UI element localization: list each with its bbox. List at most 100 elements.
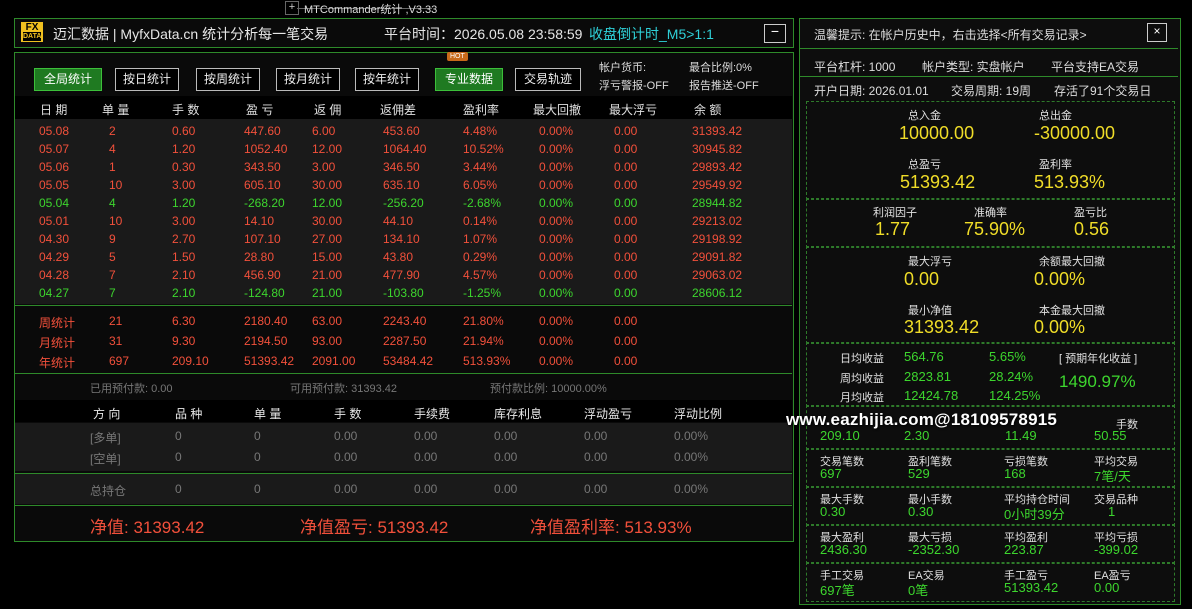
table-cell: -268.20 xyxy=(244,196,285,210)
col-profit-rate: 盈利率 xyxy=(463,103,500,117)
accuracy-label: 准确率 xyxy=(974,207,1007,219)
divider xyxy=(15,305,792,306)
summary-cell: 93.00 xyxy=(312,334,343,348)
summary-cell: 0.00 xyxy=(614,354,638,368)
stat-value: 0.00 xyxy=(1094,580,1120,595)
col-rebate: 返 佣 xyxy=(314,103,342,117)
tab-monthly-stats[interactable]: 按月统计 xyxy=(276,68,340,91)
table-cell: 12.00 xyxy=(312,196,343,210)
table-cell: 31393.42 xyxy=(692,124,743,138)
positions-col-header: 单 量 xyxy=(254,407,282,421)
table-cell: 4.48% xyxy=(463,124,498,138)
float-warning-toggle[interactable]: 浮亏警报-OFF xyxy=(599,77,669,93)
summary-cell: 2180.40 xyxy=(244,314,288,328)
stat-value: 697笔 xyxy=(820,583,855,598)
total-position-cell: 0.00 xyxy=(494,482,518,496)
summary-cell: 53484.42 xyxy=(383,354,434,368)
tab-weekly-stats[interactable]: 按周统计 xyxy=(196,68,260,91)
table-cell: 0.00 xyxy=(614,178,638,192)
table-cell: 1.07% xyxy=(463,232,498,246)
table-cell: 1052.40 xyxy=(244,142,288,156)
table-cell: 04.30 xyxy=(39,232,70,246)
fxdata-logo: FX DATA xyxy=(21,22,43,42)
table-cell: 0.00% xyxy=(539,160,574,174)
table-cell: 0.29% xyxy=(463,250,498,264)
position-cell: 0.00 xyxy=(494,429,518,443)
window-title: MTCommander统计 ,V3.33 xyxy=(304,4,438,16)
min-equity-label: 最小净值 xyxy=(908,305,952,317)
tab-global-stats[interactable]: 全局统计 xyxy=(34,68,102,91)
daily-return-label: 日均收益 xyxy=(840,353,884,365)
table-cell: 635.10 xyxy=(383,178,420,192)
partial-value-4: 50.55 xyxy=(1094,428,1127,443)
weekly-return-value: 2823.81 xyxy=(904,369,951,384)
tab-yearly-stats[interactable]: 按年统计 xyxy=(355,68,419,91)
report-push-toggle[interactable]: 报告推送-OFF xyxy=(689,77,759,93)
summary-cell: 0.00 xyxy=(614,334,638,348)
profit-factor-label: 利润因子 xyxy=(873,207,917,219)
positions-col-header: 方 向 xyxy=(93,407,121,421)
stat-value: 0小时39分 xyxy=(1004,507,1065,522)
total-position-cell: 0.00 xyxy=(414,482,438,496)
summary-cell: 2243.40 xyxy=(383,314,427,328)
position-cell: 0.00 xyxy=(414,429,438,443)
trade-period: 交易周期: 19周 xyxy=(951,84,1032,98)
max-balance-dd-label: 余额最大回撤 xyxy=(1039,256,1105,268)
table-cell: 05.06 xyxy=(39,160,70,174)
table-cell: 346.50 xyxy=(383,160,420,174)
weekly-return-label: 周均收益 xyxy=(840,373,884,385)
max-principal-dd-label: 本金最大回撤 xyxy=(1039,305,1105,317)
summary-cell: 月统计 xyxy=(39,336,76,350)
stat-value: 2436.30 xyxy=(820,542,867,557)
minimize-button[interactable]: − xyxy=(764,24,786,43)
tab-pro-data[interactable]: 专业数据 xyxy=(435,68,503,91)
summary-cell: 31 xyxy=(109,334,123,348)
table-cell: 04.28 xyxy=(39,268,70,282)
total-position-cell: 总持仓 xyxy=(90,484,127,498)
table-cell: 1.20 xyxy=(172,142,196,156)
positions-col-header: 浮动盈亏 xyxy=(584,407,633,421)
table-cell: -1.25% xyxy=(463,286,502,300)
stat-value: 529 xyxy=(908,466,930,481)
summary-cell: 周统计 xyxy=(39,316,76,330)
table-cell: 29893.42 xyxy=(692,160,743,174)
summary-cell: 0.00 xyxy=(614,314,638,328)
max-ratio: 最合比例:0% xyxy=(689,62,752,74)
partial-value-2: 2.30 xyxy=(904,428,930,443)
max-balance-dd-value: 0.00% xyxy=(1034,269,1086,289)
tab-trade-track[interactable]: 交易轨迹 xyxy=(515,68,581,91)
col-max-float: 最大浮亏 xyxy=(609,103,658,117)
position-cell: 0.00 xyxy=(494,450,518,464)
table-cell: 9 xyxy=(109,232,116,246)
table-cell: 0.00% xyxy=(539,196,574,210)
annual-return-label: [ 预期年化收益 ] xyxy=(1059,353,1138,365)
summary-cell: 2194.50 xyxy=(244,334,288,348)
table-cell: 05.07 xyxy=(39,142,70,156)
col-date: 日 期 xyxy=(40,103,68,117)
open-date: 开户日期: 2026.01.01 xyxy=(814,84,929,98)
stat-value: 697 xyxy=(820,466,842,481)
table-cell: 453.60 xyxy=(383,124,420,138)
table-cell: 05.05 xyxy=(39,178,70,192)
total-position-cell: 0.00 xyxy=(334,482,358,496)
table-cell: 0.00 xyxy=(614,286,638,300)
position-cell: 0 xyxy=(254,450,261,464)
positions-col-header: 库存利息 xyxy=(494,407,543,421)
close-button[interactable]: × xyxy=(1147,23,1167,42)
table-cell: 2.70 xyxy=(172,232,196,246)
monthly-return-label: 月均收益 xyxy=(840,392,884,404)
table-cell: 29213.02 xyxy=(692,214,743,228)
stat-value: 0.30 xyxy=(820,504,846,519)
hot-badge: HOT xyxy=(447,52,468,61)
table-cell: 3.00 xyxy=(312,160,336,174)
stat-value: 168 xyxy=(1004,466,1026,481)
tab-daily-stats[interactable]: 按日统计 xyxy=(115,68,179,91)
total-position-cell: 0.00 xyxy=(584,482,608,496)
table-cell: 29063.02 xyxy=(692,268,743,282)
col-rebate-diff: 返佣差 xyxy=(380,103,417,117)
position-cell: 0.00% xyxy=(674,429,709,443)
table-cell: 2.10 xyxy=(172,286,196,300)
table-cell: 7 xyxy=(109,268,116,282)
table-cell: 10 xyxy=(109,214,123,228)
risk-box xyxy=(806,246,1175,344)
